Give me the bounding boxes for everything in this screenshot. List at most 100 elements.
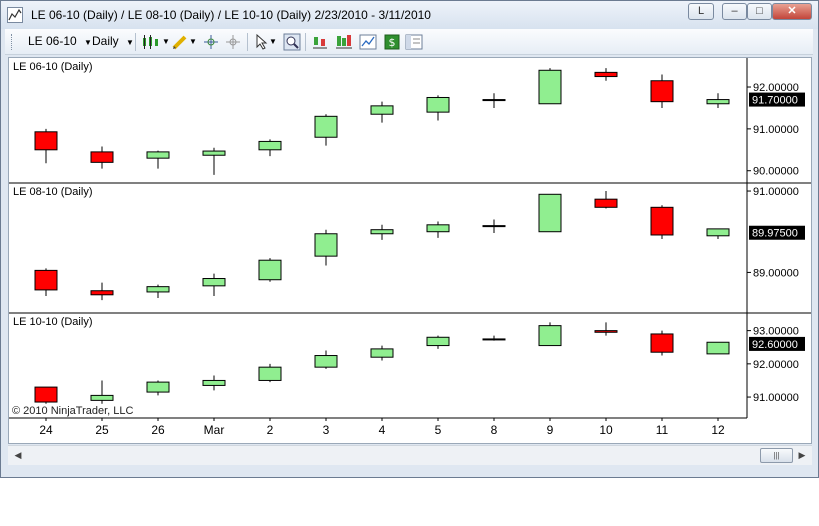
period-selector[interactable]: Daily ▼ <box>92 34 134 48</box>
time-tick-label: 10 <box>599 423 613 437</box>
time-tick-label: 2 <box>267 423 274 437</box>
title-bar[interactable]: LE 06-10 (Daily) / LE 08-10 (Daily) / LE… <box>1 1 818 29</box>
toolbar-grip[interactable] <box>11 34 14 50</box>
price-tick-label: 91.00000 <box>753 186 799 198</box>
price-tick-label: 92.00000 <box>753 359 799 371</box>
candle-body[interactable] <box>426 96 450 113</box>
candle-body[interactable] <box>706 99 730 105</box>
chevron-down-icon[interactable]: ▼ <box>189 33 197 51</box>
toolbar-separator <box>247 33 248 51</box>
candlestick-chart[interactable]: LE 06-10 (Daily) 90.00000 91.00000 92.00000… <box>9 58 811 443</box>
price-tick-label: 93.00000 <box>753 326 799 338</box>
time-tick-label: 12 <box>711 423 725 437</box>
scroll-left-arrow-icon[interactable]: ◀ <box>11 448 25 463</box>
dollar-icon[interactable]: $ <box>383 33 401 51</box>
instrument-selector[interactable]: LE 06-10 ▼ <box>28 34 92 48</box>
maximize-button[interactable]: □ <box>747 3 772 20</box>
toolbar-separator <box>305 33 306 51</box>
chart-data-icon[interactable] <box>359 33 377 51</box>
last-price-label: 89.97500 <box>752 228 798 240</box>
strategies-icon[interactable] <box>335 33 353 51</box>
candle-body[interactable] <box>314 233 338 257</box>
copyright-text: © 2010 NinjaTrader, LLC <box>12 405 133 417</box>
chevron-down-icon[interactable]: ▼ <box>269 33 277 51</box>
candle-body[interactable] <box>706 341 730 355</box>
price-tick-label: 92.00000 <box>753 82 799 94</box>
candle-body[interactable] <box>34 131 58 151</box>
candle-body[interactable] <box>650 80 674 103</box>
candle-body[interactable] <box>258 366 282 381</box>
candle-body[interactable] <box>202 278 226 287</box>
chart-toolbar: LE 06-10 ▼ Daily ▼ ▼ ▼ ▼ $ <box>5 29 813 55</box>
candle-body[interactable] <box>594 330 618 333</box>
time-tick-label: 26 <box>151 423 165 437</box>
instrument-label: LE 06-10 <box>28 34 77 48</box>
indicators-icon[interactable] <box>311 33 329 51</box>
time-tick-label: 9 <box>547 423 554 437</box>
candle-body[interactable] <box>594 198 618 208</box>
horizontal-scrollbar[interactable]: ◀ ||| ▶ <box>8 445 812 465</box>
candle-body[interactable] <box>34 269 58 291</box>
price-tick-label: 90.00000 <box>753 166 799 178</box>
global-crosshair-icon[interactable] <box>224 33 242 51</box>
period-label: Daily <box>92 34 119 48</box>
last-price-label: 91.70000 <box>752 95 798 107</box>
window-title: LE 06-10 (Daily) / LE 08-10 (Daily) / LE… <box>31 8 431 22</box>
candle-body[interactable] <box>258 259 282 281</box>
candle-body[interactable] <box>650 206 674 236</box>
time-tick-label: 11 <box>656 423 669 437</box>
time-tick-label: 24 <box>39 423 53 437</box>
candle-body[interactable] <box>370 348 394 358</box>
candle-body[interactable] <box>314 115 338 138</box>
panel-title: LE 10-10 (Daily) <box>13 316 92 328</box>
svg-text:$: $ <box>389 36 396 49</box>
candle-body[interactable] <box>482 338 506 341</box>
candle-body[interactable] <box>34 386 58 403</box>
candle-body[interactable] <box>146 151 170 159</box>
minimize-button[interactable]: – <box>722 3 747 20</box>
candle-body[interactable] <box>146 381 170 393</box>
drawing-pencil-icon[interactable] <box>171 33 189 51</box>
price-tick-label: 91.00000 <box>753 392 799 404</box>
candle-body[interactable] <box>90 151 114 163</box>
candle-body[interactable] <box>650 333 674 353</box>
chart-app-icon <box>7 7 23 23</box>
chevron-down-icon: ▼ <box>84 38 92 47</box>
chart-window: LE 06-10 (Daily) / LE 08-10 (Daily) / LE… <box>0 0 819 478</box>
candle-body[interactable] <box>202 379 226 386</box>
toolbar-separator <box>135 33 136 51</box>
candle-body[interactable] <box>202 150 226 156</box>
link-button[interactable]: L <box>688 3 714 20</box>
candle-body[interactable] <box>370 105 394 115</box>
time-tick-label: 5 <box>435 423 442 437</box>
candle-body[interactable] <box>426 224 450 233</box>
candle-body[interactable] <box>90 394 114 401</box>
candle-body[interactable] <box>426 336 450 347</box>
time-tick-label: 3 <box>323 423 330 437</box>
close-button[interactable]: ✕ <box>772 3 812 20</box>
candle-body[interactable] <box>314 355 338 368</box>
candle-body[interactable] <box>706 228 730 237</box>
last-price-label: 92.60000 <box>752 339 798 351</box>
properties-icon[interactable] <box>405 33 423 51</box>
candle-body[interactable] <box>538 193 562 233</box>
candle-body[interactable] <box>90 290 114 296</box>
crosshair-icon[interactable] <box>202 33 220 51</box>
candlestick-style-icon[interactable] <box>141 33 159 51</box>
chevron-down-icon[interactable]: ▼ <box>162 33 170 51</box>
candle-body[interactable] <box>482 99 506 102</box>
candle-body[interactable] <box>538 325 562 347</box>
zoom-icon[interactable] <box>283 33 301 51</box>
candle-body[interactable] <box>482 225 506 228</box>
time-tick-label: 4 <box>379 423 386 437</box>
candle-body[interactable] <box>370 229 394 235</box>
panel-title: LE 08-10 (Daily) <box>13 186 92 198</box>
candle-body[interactable] <box>594 71 618 78</box>
scroll-thumb[interactable]: ||| <box>760 448 793 463</box>
panel-title: LE 06-10 (Daily) <box>13 61 92 73</box>
scroll-right-arrow-icon[interactable]: ▶ <box>795 448 809 463</box>
candle-body[interactable] <box>146 286 170 293</box>
candle-body[interactable] <box>258 140 282 151</box>
candle-body[interactable] <box>538 69 562 105</box>
chart-area[interactable]: LE 06-10 (Daily) 90.00000 91.00000 92.00000… <box>8 57 812 444</box>
